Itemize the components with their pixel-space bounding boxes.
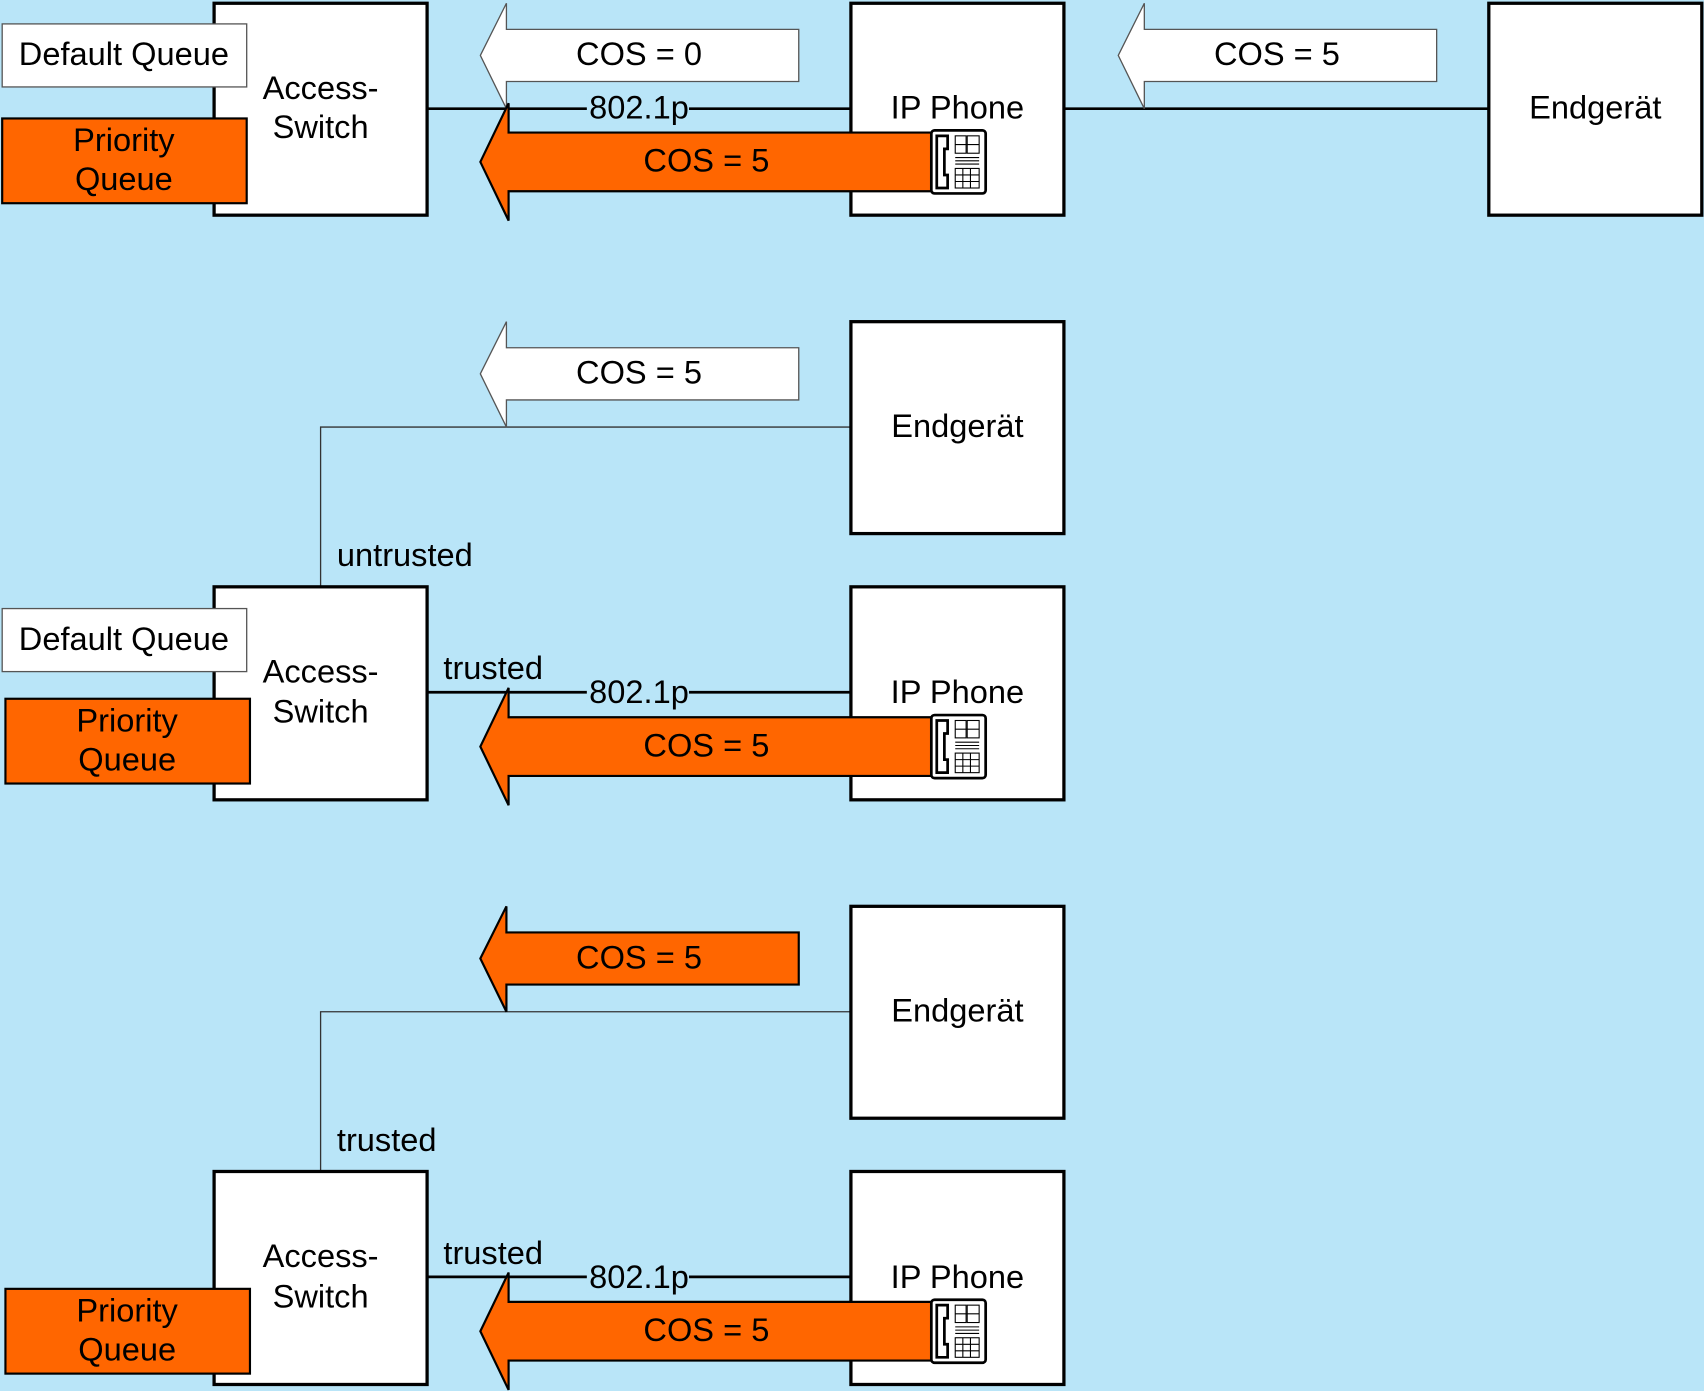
scenario-1: Access- Switch Default Queue Priority Qu… <box>1 1 1704 222</box>
dot1p-label: 802.1p <box>589 673 689 710</box>
cos-label: COS = 0 <box>576 35 702 72</box>
cos-label: COS = 5 <box>1214 35 1340 72</box>
cos-label: COS = 5 <box>576 354 702 391</box>
priority-queue-label: Queue <box>78 1331 176 1368</box>
ip-phone-label: IP Phone <box>891 1258 1025 1295</box>
priority-queue-label: Priority <box>73 121 175 158</box>
telephone-icon <box>929 129 988 195</box>
untrusted-label: untrusted <box>337 536 473 573</box>
switch-label: Access- <box>263 69 379 106</box>
switch-label: Switch <box>273 108 369 145</box>
endgeraet-label: Endgerät <box>1529 88 1661 125</box>
telephone-icon <box>929 1298 988 1365</box>
dot1p-label: 802.1p <box>589 1258 689 1295</box>
cos-label: COS = 5 <box>643 726 769 763</box>
trusted-label: trusted <box>337 1121 437 1158</box>
ip-phone-label: IP Phone <box>891 88 1025 125</box>
scenario-2: Endgerät COS = 5 untrusted Access- Switc… <box>1 320 1066 806</box>
ip-phone-label: IP Phone <box>891 673 1025 710</box>
switch-label: Access- <box>263 652 379 689</box>
telephone-icon <box>929 713 988 780</box>
trusted-label: trusted <box>443 649 543 686</box>
priority-queue-label: Queue <box>78 740 176 777</box>
priority-queue-label: Queue <box>75 160 173 197</box>
cos-label: COS = 5 <box>643 142 769 179</box>
scenario-3: Endgerät COS = 5 trusted Access- Switch … <box>4 904 1066 1391</box>
switch-label: Access- <box>263 1237 379 1274</box>
switch-label: Switch <box>273 693 369 730</box>
switch-label: Switch <box>273 1277 369 1314</box>
qos-trust-diagram: Access- Switch Default Queue Priority Qu… <box>1 1 1704 1391</box>
cos-label: COS = 5 <box>643 1311 769 1348</box>
priority-queue-label: Priority <box>76 1291 178 1328</box>
dot1p-label: 802.1p <box>589 88 689 125</box>
endgeraet-label: Endgerät <box>891 992 1023 1029</box>
trusted-label: trusted <box>443 1234 543 1271</box>
endgeraet-label: Endgerät <box>891 407 1023 444</box>
cos-label: COS = 5 <box>576 938 702 975</box>
default-queue-label: Default Queue <box>19 620 229 657</box>
priority-queue-label: Priority <box>76 701 178 738</box>
default-queue-label: Default Queue <box>19 35 229 72</box>
